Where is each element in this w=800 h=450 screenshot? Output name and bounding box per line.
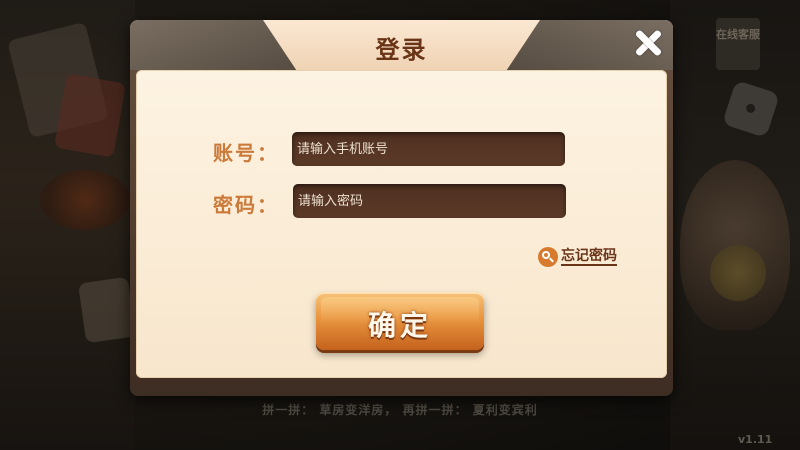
version-label: v1.11 <box>738 433 773 446</box>
confirm-button-label: 确定 <box>367 309 432 342</box>
customer-service-button: 在线客服 <box>716 18 760 70</box>
close-icon <box>630 25 666 61</box>
slogan-text: 拼一拼： 草房变洋房， 再拼一拼： 夏利变宾利 <box>262 403 538 417</box>
account-input[interactable] <box>292 132 565 166</box>
close-button[interactable] <box>630 25 666 61</box>
hat-decoration <box>40 170 130 230</box>
password-label: 密码： <box>213 193 279 217</box>
password-input[interactable] <box>293 184 566 218</box>
account-label: 账号： <box>213 141 279 165</box>
confirm-button[interactable]: 确定 <box>316 292 484 350</box>
dialog-header: 登录 <box>130 20 673 70</box>
background-left-panel <box>0 0 136 450</box>
card-decoration <box>78 276 136 344</box>
magnifier-icon <box>538 247 558 267</box>
dialog-title: 登录 <box>375 36 428 64</box>
forgot-password-label: 忘记密码 <box>561 248 617 266</box>
card-decoration <box>53 73 127 158</box>
coin-icon <box>710 245 766 301</box>
forgot-password-link[interactable]: 忘记密码 <box>538 246 617 268</box>
